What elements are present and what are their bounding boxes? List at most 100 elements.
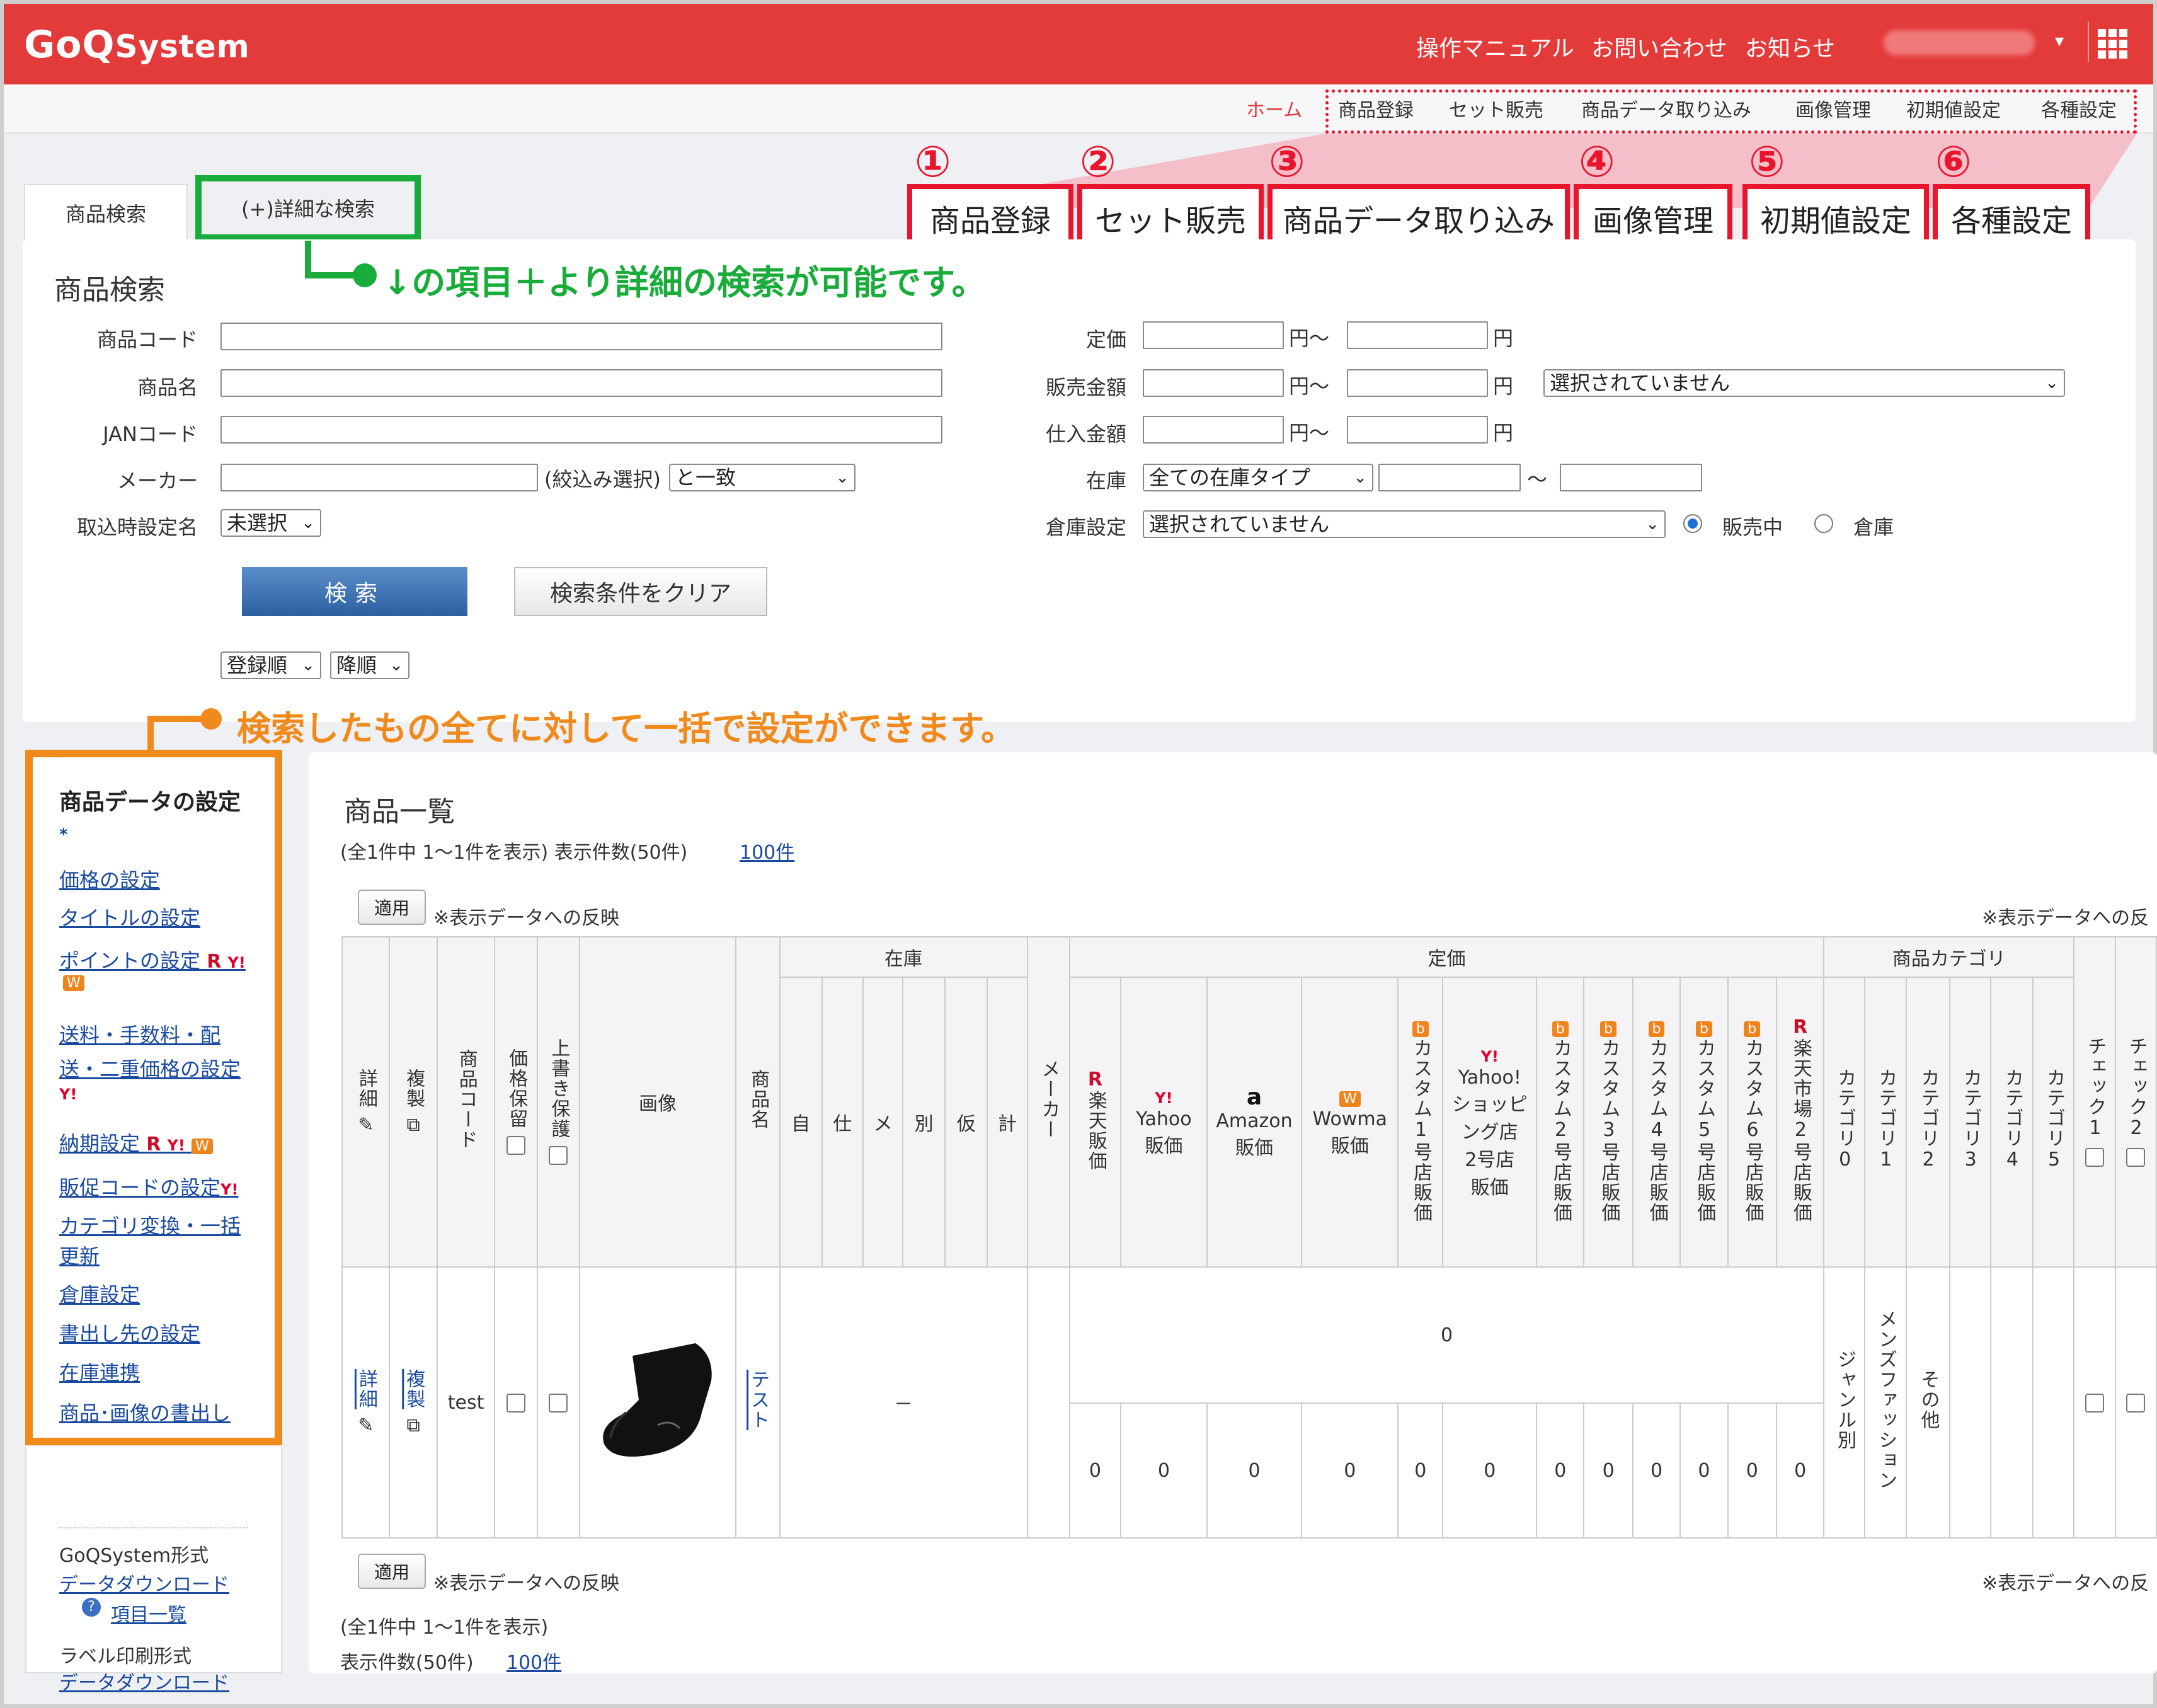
caret-down-icon[interactable]: ▾: [2055, 30, 2064, 51]
download-link-label[interactable]: データダウンロード: [59, 1667, 229, 1695]
cell-name[interactable]: テスト: [735, 1266, 781, 1539]
import-setting-select[interactable]: 未選択 ⌄: [220, 509, 321, 537]
tab-product-search[interactable]: 商品検索: [24, 184, 188, 241]
wowma-icon: W: [63, 975, 84, 991]
th-stock-total: 計: [987, 977, 1028, 1268]
sidebar-link-delivery[interactable]: 納期設定 R Y! W: [59, 1128, 213, 1157]
cell-check1: [2073, 1266, 2116, 1539]
callout-number-2: ②: [1080, 137, 1116, 187]
callout-number-4: ④: [1579, 137, 1615, 187]
cell-list-price: 0: [1068, 1266, 1825, 1404]
download-link-goq[interactable]: データダウンロード: [59, 1569, 229, 1596]
price-hold-all-checkbox[interactable]: [506, 1136, 525, 1155]
stock-max-input[interactable]: [1560, 464, 1702, 491]
product-name-input[interactable]: [220, 369, 942, 397]
contact-link[interactable]: お問い合わせ: [1591, 30, 1727, 63]
product-code-input[interactable]: [220, 323, 942, 350]
radio-selling[interactable]: [1683, 514, 1702, 533]
yahoo-icon: Y!: [1480, 1048, 1499, 1065]
sale-price-min-input[interactable]: [1143, 369, 1284, 397]
edit-icon[interactable]: ✎: [358, 1414, 374, 1436]
th-stock-other: 別: [901, 977, 946, 1268]
th-price-custom3: b カスタム3号店販価: [1583, 977, 1633, 1268]
manual-link[interactable]: 操作マニュアル: [1416, 30, 1574, 63]
price-hold-checkbox[interactable]: [506, 1394, 525, 1413]
clear-conditions-button[interactable]: 検索条件をクリア: [514, 567, 767, 616]
stock-min-input[interactable]: [1378, 464, 1521, 491]
sidebar-link-stock-link[interactable]: 在庫連携: [59, 1357, 140, 1386]
cell-image: [578, 1266, 737, 1539]
edit-icon: ✎: [358, 1113, 374, 1136]
tab-advanced-search[interactable]: (+)詳細な検索: [195, 175, 421, 241]
sort-order-select[interactable]: 登録順 ⌄: [220, 651, 321, 679]
sidebar-link-category[interactable]: カテゴリ変換・一括更新: [59, 1211, 248, 1271]
overwrite-all-checkbox[interactable]: [549, 1146, 568, 1165]
list-price-min-input[interactable]: [1143, 321, 1284, 349]
check2-all-checkbox[interactable]: [2126, 1147, 2146, 1167]
amazon-icon: a: [1246, 1084, 1262, 1110]
sidebar-link-export[interactable]: 商品･画像の書出し: [59, 1397, 231, 1426]
th-stock-self: 自: [779, 977, 823, 1268]
nav-home[interactable]: ホーム: [1246, 95, 1302, 122]
jan-code-input[interactable]: [220, 416, 942, 444]
cell-price-custom4: 0: [1632, 1402, 1681, 1539]
goq-logo[interactable]: GoQSystem: [24, 23, 250, 67]
apply-button-top[interactable]: 適用: [358, 890, 426, 925]
reflect-note-bottom-right: ※表示データへの反: [1982, 1573, 2149, 1595]
maker-match-select[interactable]: と一致 ⌄: [669, 464, 855, 491]
per-page-100-link[interactable]: 100件: [740, 837, 794, 864]
grid-icon[interactable]: [2088, 21, 2127, 62]
callout-number-1: ①: [915, 137, 951, 187]
custom-shop-icon: b: [1600, 1021, 1617, 1037]
sidebar-link-shipping[interactable]: 送料・手数料・配送・二重価格の設定: [59, 1018, 248, 1086]
sale-price-shop-select[interactable]: 選択されていません ⌄: [1543, 369, 2065, 397]
check1-checkbox[interactable]: [2085, 1394, 2105, 1413]
radio-warehouse-label: 倉庫: [1853, 515, 1894, 539]
sidebar-link-export-dest[interactable]: 書出し先の設定: [59, 1318, 200, 1347]
overwrite-checkbox[interactable]: [549, 1394, 568, 1413]
sidebar-link-point[interactable]: ポイントの設定 R Y!: [59, 945, 246, 974]
rakuten-icon: R: [146, 1133, 161, 1155]
copy-icon[interactable]: ⧉: [406, 1414, 420, 1436]
cell-detail[interactable]: 詳細 ✎: [341, 1266, 391, 1539]
sidebar-link-promo[interactable]: 販促コードの設定Y!: [59, 1172, 238, 1201]
th-price-custom5: b カスタム5号店販価: [1679, 977, 1729, 1268]
top-bar: GoQSystem 操作マニュアル お問い合わせ お知らせ: [4, 4, 2153, 84]
search-button[interactable]: 検索: [242, 567, 467, 616]
check1-all-checkbox[interactable]: [2085, 1147, 2105, 1167]
user-name-blurred[interactable]: [1884, 30, 2035, 55]
cell-price-yahoo: 0: [1120, 1402, 1208, 1539]
purchase-price-min-input[interactable]: [1143, 416, 1284, 444]
rakuten-icon: R: [1793, 1016, 1808, 1038]
sidebar-link-warehouse[interactable]: 倉庫設定: [59, 1279, 140, 1308]
purchase-price-unit2: 円: [1493, 421, 1514, 445]
cell-category4: [1990, 1266, 2034, 1539]
sidebar-link-title[interactable]: タイトルの設定: [59, 902, 200, 931]
check2-checkbox[interactable]: [2126, 1394, 2146, 1413]
cell-category1: メンズファッション: [1864, 1266, 1907, 1539]
rakuten-icon-2: Y!: [59, 1086, 77, 1103]
stock-type-select[interactable]: 全ての在庫タイプ ⌄: [1143, 464, 1373, 491]
sale-price-max-input[interactable]: [1347, 369, 1488, 397]
label-sale-price: 販売金額: [1045, 375, 1126, 399]
per-page-100-link-bottom[interactable]: 100件: [506, 1647, 561, 1675]
cell-price-custom3: 0: [1583, 1402, 1633, 1539]
cell-price-amazon: 0: [1206, 1402, 1303, 1539]
radio-warehouse[interactable]: [1814, 514, 1833, 533]
rakuten-icon: R: [207, 951, 222, 973]
notice-link[interactable]: お知らせ: [1745, 30, 1835, 63]
cell-copy[interactable]: 複製 ⧉: [389, 1266, 438, 1539]
warehouse-select[interactable]: 選択されていません ⌄: [1143, 510, 1666, 538]
custom-shop-icon: b: [1648, 1021, 1665, 1037]
list-price-max-input[interactable]: [1347, 321, 1488, 349]
purchase-price-max-input[interactable]: [1347, 416, 1488, 444]
sidebar-link-price[interactable]: 価格の設定: [59, 864, 160, 893]
list-price-unit1: 円～: [1289, 326, 1330, 350]
th-check2: チェック2: [2114, 936, 2157, 1268]
yahoo-icon: Y!: [220, 1181, 239, 1198]
item-list-link[interactable]: 項目一覧: [111, 1599, 186, 1627]
sort-direction-select[interactable]: 降順 ⌄: [330, 651, 409, 679]
maker-input[interactable]: [220, 464, 538, 491]
apply-button-bottom[interactable]: 適用: [358, 1554, 426, 1589]
orange-annotation: 検索したもの全てに対して一括で設定ができます。: [237, 709, 1015, 748]
